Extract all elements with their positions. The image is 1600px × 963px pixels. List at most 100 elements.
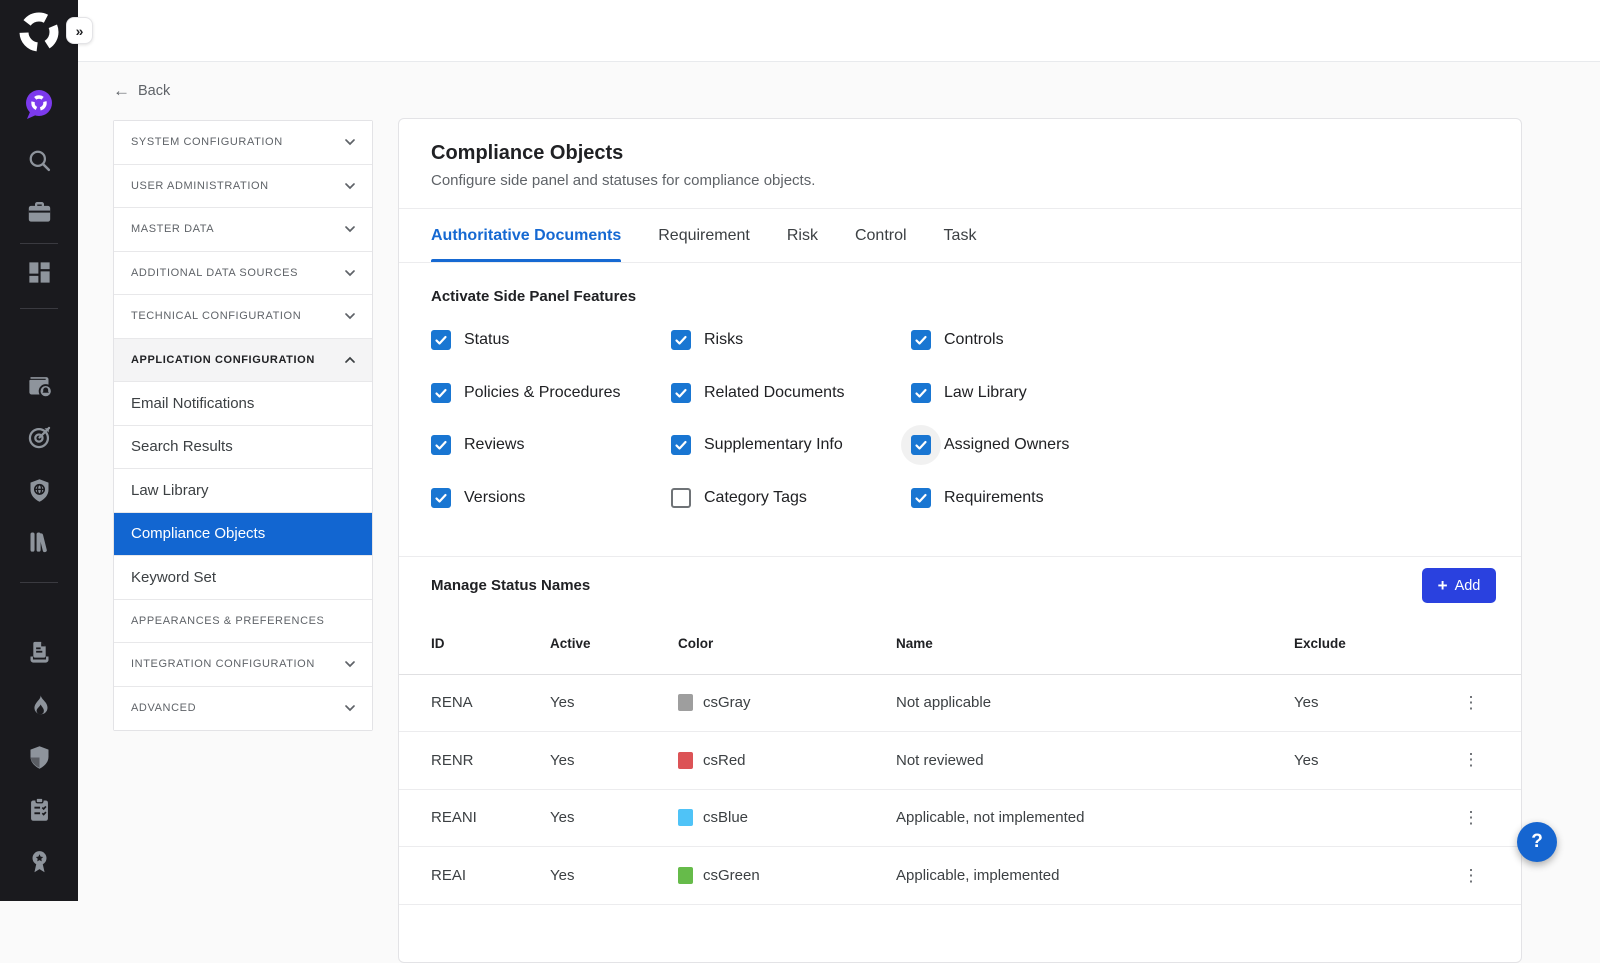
top-header (78, 0, 1600, 62)
rail-item-security[interactable] (0, 737, 78, 777)
tab-control[interactable]: Control (855, 209, 907, 262)
rail-item-assessments[interactable] (0, 789, 78, 829)
feature-versions[interactable]: Versions (431, 488, 671, 508)
table-row: REAI Yes csGreen Applicable, implemented… (399, 847, 1521, 905)
feature-policies-procedures[interactable]: Policies & Procedures (431, 383, 671, 403)
nav-section-user-administration[interactable]: USER ADMINISTRATION (114, 165, 372, 209)
nav-section-additional-data-sources[interactable]: ADDITIONAL DATA SOURCES (114, 252, 372, 296)
tab-risk[interactable]: Risk (787, 209, 818, 262)
row-menu-kebab-icon[interactable]: ⋮ (1461, 808, 1481, 828)
rail-divider (20, 308, 58, 309)
row-menu-kebab-icon[interactable]: ⋮ (1461, 750, 1481, 770)
checkbox-icon[interactable] (911, 488, 931, 508)
checkbox-icon[interactable] (671, 488, 691, 508)
column-header-active: Active (550, 614, 678, 674)
feature-requirements[interactable]: Requirements (911, 488, 1211, 508)
back-link[interactable]: ← Back (113, 82, 170, 99)
nav-section-advanced[interactable]: ADVANCED (114, 687, 372, 731)
rail-item-dashboard[interactable] (0, 252, 78, 292)
status-color: csRed (678, 732, 896, 790)
chevron-down-icon (344, 658, 356, 670)
rail-item-goals[interactable] (0, 417, 78, 457)
tab-task[interactable]: Task (944, 209, 977, 262)
status-names-table: ID Active Color Name Exclude RENA Yes cs… (399, 614, 1521, 905)
side-panel-features-section: Activate Side Panel Features Status Risk… (399, 263, 1521, 556)
feature-category-tags[interactable]: Category Tags (671, 488, 911, 508)
rail-item-risk-heat[interactable] (0, 685, 78, 725)
row-menu-kebab-icon[interactable]: ⋮ (1461, 693, 1481, 713)
nav-section-system-configuration[interactable]: SYSTEM CONFIGURATION (114, 121, 372, 165)
color-swatch (678, 694, 693, 711)
assistant-chat-icon (22, 87, 56, 121)
rail-divider (20, 243, 58, 244)
nav-item-email-notifications[interactable]: Email Notifications (114, 382, 372, 426)
chevron-down-icon (344, 310, 356, 322)
status-id: RENR (399, 732, 550, 790)
row-menu-kebab-icon[interactable]: ⋮ (1461, 866, 1481, 886)
nav-section-technical-configuration[interactable]: TECHNICAL CONFIGURATION (114, 295, 372, 339)
tab-requirement[interactable]: Requirement (658, 209, 750, 262)
panel-title: Compliance Objects (431, 142, 1489, 165)
chevron-down-icon (344, 180, 356, 192)
wallet-notifications-icon (26, 372, 53, 399)
feature-controls[interactable]: Controls (911, 330, 1211, 350)
status-active: Yes (550, 732, 678, 790)
dashboard-grid-icon (26, 259, 53, 286)
feature-law-library[interactable]: Law Library (911, 383, 1211, 403)
status-exclude: Yes (1294, 674, 1442, 732)
checkbox-icon[interactable] (431, 330, 451, 350)
feature-assigned-owners[interactable]: Assigned Owners (911, 435, 1211, 455)
rail-item-search[interactable] (0, 140, 78, 180)
column-header-color: Color (678, 614, 896, 674)
panel-header: Compliance Objects Configure side panel … (399, 119, 1521, 208)
add-status-button[interactable]: + Add (1422, 568, 1496, 603)
status-exclude (1294, 847, 1442, 905)
checkbox-icon[interactable] (431, 383, 451, 403)
rail-item-workspace[interactable] (0, 191, 78, 231)
nav-section-appearances-preferences[interactable]: APPEARANCES & PREFERENCES (114, 600, 372, 644)
rail-item-certifications[interactable] (0, 841, 78, 881)
help-button[interactable]: ? (1517, 822, 1557, 862)
library-books-icon (26, 528, 53, 555)
nav-item-compliance-objects[interactable]: Compliance Objects (114, 513, 372, 557)
feature-reviews[interactable]: Reviews (431, 435, 671, 455)
checkbox-icon[interactable] (671, 383, 691, 403)
feature-related-documents[interactable]: Related Documents (671, 383, 911, 403)
rail-item-documents[interactable] (0, 632, 78, 672)
chevron-up-icon (344, 354, 356, 366)
status-id: RENA (399, 674, 550, 732)
nav-section-master-data[interactable]: MASTER DATA (114, 208, 372, 252)
rail-item-assistant[interactable] (0, 84, 78, 124)
status-color: csBlue (678, 789, 896, 847)
rail-item-library[interactable] (0, 521, 78, 561)
table-header-row: ID Active Color Name Exclude (399, 614, 1521, 674)
checkbox-icon[interactable] (671, 435, 691, 455)
nav-item-law-library[interactable]: Law Library (114, 469, 372, 513)
checkbox-icon[interactable] (911, 383, 931, 403)
feature-risks[interactable]: Risks (671, 330, 911, 350)
checkbox-icon[interactable] (911, 330, 931, 350)
nav-section-application-configuration[interactable]: APPLICATION CONFIGURATION (114, 339, 372, 383)
sidebar-expand-button[interactable]: » (66, 17, 93, 44)
rail-item-subscriptions[interactable] (0, 365, 78, 405)
status-color: csGreen (678, 847, 896, 905)
features-grid: Status Risks Controls Policies & Procedu… (431, 314, 1489, 524)
nav-item-keyword-set[interactable]: Keyword Set (114, 556, 372, 600)
chevron-down-icon (344, 136, 356, 148)
rail-item-privacy[interactable] (0, 470, 78, 510)
checkbox-icon[interactable] (671, 330, 691, 350)
feature-status[interactable]: Status (431, 330, 671, 350)
briefcase-icon (26, 198, 53, 225)
tab-authoritative-documents[interactable]: Authoritative Documents (431, 209, 621, 262)
color-swatch (678, 809, 693, 826)
checkbox-icon[interactable] (431, 435, 451, 455)
checkbox-icon[interactable] (431, 488, 451, 508)
search-icon (26, 147, 53, 174)
feature-supplementary-info[interactable]: Supplementary Info (671, 435, 911, 455)
nav-item-search-results[interactable]: Search Results (114, 426, 372, 470)
column-header-id: ID (399, 614, 550, 674)
nav-section-integration-configuration[interactable]: INTEGRATION CONFIGURATION (114, 643, 372, 687)
checkbox-icon[interactable] (911, 435, 931, 455)
shield-half-icon (26, 744, 53, 771)
status-exclude: Yes (1294, 732, 1442, 790)
